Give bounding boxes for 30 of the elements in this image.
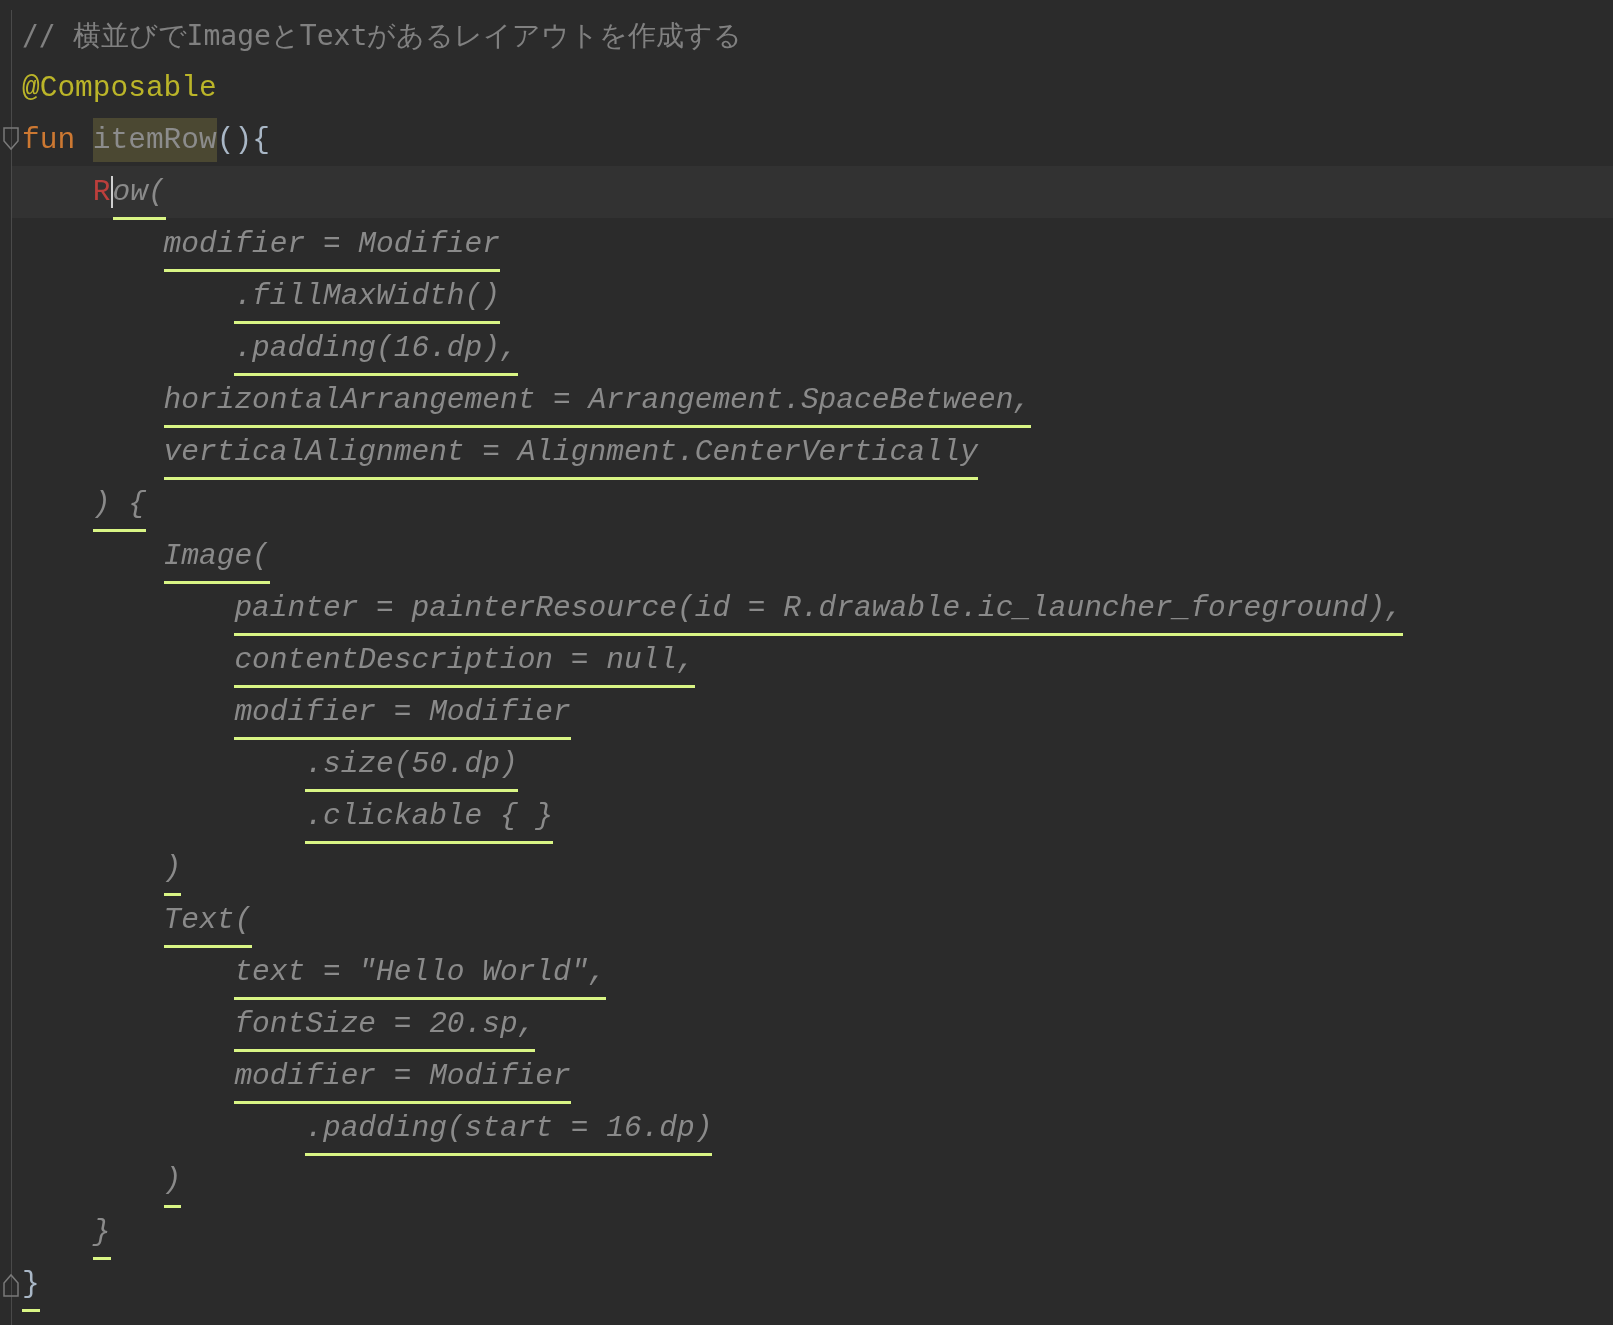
code-text: .padding(16.dp), xyxy=(234,325,518,377)
code-text: // 横並びでImageとTextがあるレイアウトを作成する xyxy=(22,18,743,54)
code-text: horizontalArrangement = Arrangement.SpaceBetween, xyxy=(163,377,1032,429)
code-text: fun xyxy=(22,121,77,159)
code-text: Image( xyxy=(163,533,270,585)
code-text: modifier = Modifier xyxy=(234,1053,571,1105)
code-text: itemRow xyxy=(92,117,217,163)
code-text: .clickable { } xyxy=(305,793,554,845)
code-text: text = "Hello World", xyxy=(234,949,607,1001)
fold-icon[interactable] xyxy=(2,127,20,153)
code-text: ow( xyxy=(112,169,166,221)
code-text: painter = painterResource(id = R.drawable.ic_launcher_foreground), xyxy=(234,585,1403,637)
code-text: Text( xyxy=(163,897,253,949)
code-text: ) xyxy=(163,1157,182,1209)
code-text: .fillMaxWidth() xyxy=(234,273,500,325)
code-text: } xyxy=(22,1261,40,1313)
code-text: (){ xyxy=(216,121,270,159)
code-text: @Composable xyxy=(22,69,217,107)
code-text: ) { xyxy=(92,481,146,533)
code-text: } xyxy=(92,1209,111,1261)
fold-icon[interactable] xyxy=(2,1271,20,1297)
code-text: R xyxy=(92,173,111,211)
code-text: .size(50.dp) xyxy=(305,741,518,793)
code-text: ) xyxy=(163,845,182,897)
code-text: contentDescription = null, xyxy=(234,637,695,689)
code-text: fontSize = 20.sp, xyxy=(234,1001,536,1053)
code-text: modifier = Modifier xyxy=(234,689,571,741)
code-text: verticalAlignment = Alignment.CenterVertically xyxy=(163,429,978,481)
code-text: modifier = Modifier xyxy=(163,221,500,273)
code-text: .padding(start = 16.dp) xyxy=(305,1105,713,1157)
